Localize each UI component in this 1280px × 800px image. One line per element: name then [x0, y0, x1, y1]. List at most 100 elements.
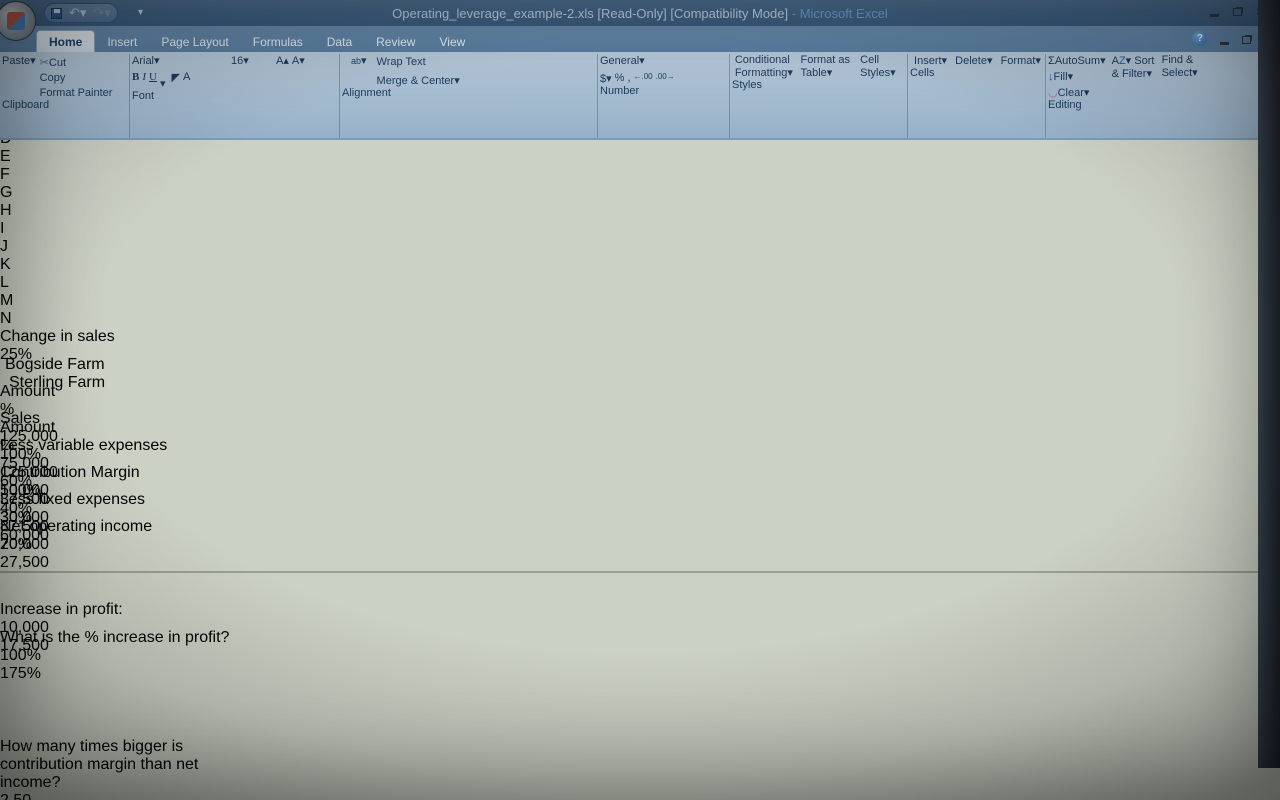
- tab-view[interactable]: View: [427, 31, 477, 52]
- orientation-button[interactable]: ab▾: [351, 54, 367, 67]
- grid-row-25: What is the % increase in profit? 100% 1…: [0, 629, 1280, 683]
- column-header-G[interactable]: G: [0, 184, 63, 202]
- restore-button[interactable]: [1233, 8, 1242, 16]
- format-painter-button[interactable]: Format Painter: [40, 87, 113, 99]
- grid-row-15: Sales 125,000 100% 125,000 100%: [0, 410, 1280, 437]
- cell-C14[interactable]: Amount: [0, 383, 1280, 401]
- group-number: General▾ $▾ % , ←.00 .00→ Number: [600, 54, 730, 138]
- cell-B18[interactable]: Less fixed expenses: [0, 491, 1280, 509]
- ribbon-tab-row: Home Insert Page Layout Formulas Data Re…: [0, 26, 1280, 52]
- accounting-format-button[interactable]: $▾: [600, 72, 612, 85]
- grid-row-12: Change in sales 25%: [0, 328, 1280, 356]
- cell-styles-button[interactable]: Cell Styles▾: [860, 54, 904, 79]
- column-header-J[interactable]: J: [0, 238, 63, 256]
- column-header-H[interactable]: H: [0, 202, 63, 220]
- format-cells-button[interactable]: Format▾: [1001, 54, 1041, 67]
- customize-qat-icon[interactable]: ▾: [138, 7, 143, 18]
- tab-page-layout[interactable]: Page Layout: [149, 31, 240, 52]
- comma-style-button[interactable]: ,: [627, 72, 630, 85]
- grid-row-19: Net operating income 20,000 27,500: [0, 518, 1280, 545]
- tab-home[interactable]: Home: [36, 30, 95, 52]
- column-header-F[interactable]: F: [0, 166, 60, 184]
- redo-icon[interactable]: ↷▾: [93, 5, 110, 21]
- save-icon[interactable]: [51, 8, 62, 19]
- format-as-table-button[interactable]: Format as Table▾: [800, 54, 854, 79]
- cell-B28[interactable]: How many times bigger is contribution ma…: [0, 738, 232, 792]
- minimize-button[interactable]: [1210, 14, 1219, 17]
- tab-data[interactable]: Data: [315, 31, 364, 52]
- increase-decimal-button[interactable]: ←.00: [634, 72, 653, 85]
- autosum-icon: Σ: [1048, 55, 1055, 67]
- column-header-I[interactable]: I: [0, 220, 63, 238]
- paste-button[interactable]: Paste▾: [2, 54, 36, 99]
- cell-E25[interactable]: 175%: [0, 665, 1280, 683]
- autosum-button[interactable]: ΣAutoSum▾: [1048, 54, 1106, 67]
- shrink-font-button[interactable]: A▾: [292, 54, 305, 67]
- merge-center-button[interactable]: Merge & Center▾: [377, 74, 460, 87]
- conditional-formatting-button[interactable]: Conditional Formatting▾: [735, 54, 795, 79]
- clear-button[interactable]: ◡Clear▾: [1048, 86, 1106, 99]
- cut-icon: ✂: [40, 57, 49, 69]
- undo-icon[interactable]: ↶▾: [69, 5, 86, 21]
- cell-C28[interactable]: 2.50: [0, 792, 1280, 800]
- grid-row-13: Bogside Farm Sterling Farm: [0, 356, 1280, 383]
- grid-row-28: How many times bigger is contribution ma…: [0, 738, 1280, 800]
- percent-style-button[interactable]: %: [615, 72, 625, 85]
- bold-button[interactable]: B: [132, 71, 139, 90]
- fill-color-icon: ◤: [172, 72, 180, 84]
- find-select-button[interactable]: Find & Select▾: [1162, 54, 1206, 99]
- workbook-restore-button[interactable]: [1242, 36, 1251, 44]
- group-cells: Insert▾ Delete▾ Format▾ Cells: [910, 54, 1046, 138]
- tab-insert[interactable]: Insert: [95, 31, 149, 52]
- font-size-select[interactable]: 16▾: [231, 54, 273, 67]
- fill-color-button[interactable]: ◤: [172, 71, 180, 90]
- column-header-M[interactable]: M: [0, 292, 63, 310]
- cut-button[interactable]: ✂Cut: [40, 56, 113, 69]
- cell-B16[interactable]: Less variable expenses: [0, 437, 1280, 455]
- column-header-E[interactable]: E: [0, 148, 117, 166]
- excel-window: ↶▾ ↷▾ ▾ Operating_leverage_example-2.xls…: [0, 0, 1280, 800]
- font-color-button[interactable]: A: [183, 71, 190, 90]
- column-header-K[interactable]: K: [0, 256, 63, 274]
- clear-icon: ◡: [1048, 87, 1058, 99]
- worksheet-grid[interactable]: Change in sales 25% Bogside Farm Sterlin…: [0, 328, 1280, 800]
- window-title: Operating_leverage_example-2.xls [Read-O…: [0, 6, 1280, 21]
- decrease-decimal-button[interactable]: .00→: [656, 72, 675, 85]
- cell-B17[interactable]: Contribution Margin: [0, 464, 1280, 482]
- tab-formulas[interactable]: Formulas: [241, 31, 315, 52]
- group-styles: Conditional Formatting▾ Format as Table▾…: [732, 54, 908, 138]
- help-icon[interactable]: ?: [1192, 31, 1207, 46]
- orientation-icon: ab: [351, 56, 361, 66]
- cell-C25[interactable]: 100%: [0, 647, 1280, 665]
- grid-row-17: Contribution Margin 50,000 40% 87,500 70…: [0, 464, 1280, 491]
- grid-row-27: [0, 711, 1280, 738]
- number-format-select[interactable]: General▾: [600, 54, 716, 67]
- cell-B25[interactable]: What is the % increase in profit?: [0, 629, 232, 647]
- column-header-L[interactable]: L: [0, 274, 63, 292]
- cell-B24[interactable]: Increase in profit:: [0, 601, 1280, 619]
- quick-access-toolbar: ↶▾ ↷▾: [44, 3, 118, 23]
- group-alignment: ab▾ Wrap Text Merge & Center▾ Alignment: [342, 54, 598, 138]
- group-editing: ΣAutoSum▾ ↓Fill▾ ◡Clear▾ AZ▾ Sort & Filt…: [1048, 54, 1220, 138]
- cell-B19[interactable]: Net operating income: [0, 518, 1280, 536]
- cell-B15[interactable]: Sales: [0, 410, 1280, 428]
- copy-button[interactable]: Copy: [40, 72, 113, 84]
- wrap-text-button[interactable]: Wrap Text: [377, 56, 460, 68]
- cell-C13[interactable]: Bogside Farm: [0, 356, 185, 374]
- title-bar: ↶▾ ↷▾ ▾ Operating_leverage_example-2.xls…: [0, 0, 1280, 26]
- cell-B12[interactable]: Change in sales: [0, 328, 1280, 346]
- delete-cells-button[interactable]: Delete▾: [955, 54, 992, 67]
- italic-button[interactable]: I: [142, 71, 146, 90]
- insert-cells-button[interactable]: Insert▾: [914, 54, 947, 67]
- fill-button[interactable]: ↓Fill▾: [1048, 70, 1106, 83]
- grid-row-24: Increase in profit: 10,000 17,500: [0, 601, 1280, 629]
- grid-row-14: Amount % Amount %: [0, 383, 1280, 410]
- tab-review[interactable]: Review: [364, 31, 427, 52]
- underline-button[interactable]: U: [149, 71, 157, 90]
- grow-font-button[interactable]: A▴: [276, 54, 289, 67]
- column-header-N[interactable]: N: [0, 310, 76, 328]
- workbook-minimize-button[interactable]: [1220, 42, 1229, 45]
- sort-filter-button[interactable]: AZ▾ Sort & Filter▾: [1112, 54, 1156, 99]
- font-name-select[interactable]: Arial▾: [132, 54, 228, 67]
- font-color-icon: A: [183, 71, 190, 83]
